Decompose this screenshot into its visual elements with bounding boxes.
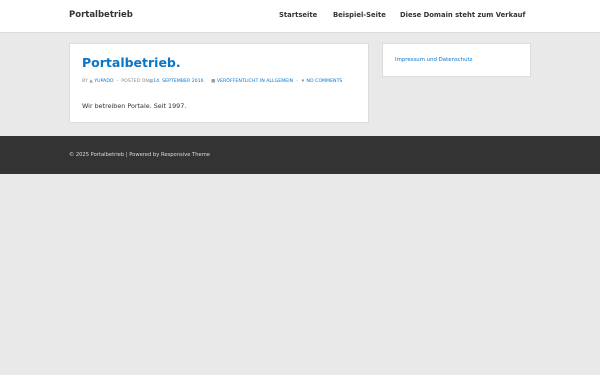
meta-by-label: BY bbox=[82, 79, 88, 84]
category-link[interactable]: VERÖFFENTLICHT IN ALLGEMEIN bbox=[217, 79, 293, 84]
nav-item-domain-verkauf[interactable]: Diese Domain steht zum Verkauf bbox=[400, 11, 525, 19]
posted-on-label: POSTED ON bbox=[121, 79, 149, 84]
post-card: Portalbetrieb. BY ▲ YUPADO - POSTED ON▦1… bbox=[69, 43, 369, 123]
sidebar-widget: Impressum und Datenschutz bbox=[382, 43, 531, 77]
footer-text: © 2025 Portalbetrieb | Powered by Respon… bbox=[69, 152, 210, 158]
post-date-link[interactable]: 14. SEPTEMBER 2016 bbox=[153, 79, 203, 84]
footer-powered-by: Powered by bbox=[129, 152, 160, 158]
user-icon: ▲ bbox=[89, 79, 93, 84]
post-meta: BY ▲ YUPADO - POSTED ON▦14. SEPTEMBER 20… bbox=[82, 77, 352, 87]
site-header: Portalbetrieb Startseite Beispiel-Seite … bbox=[0, 0, 600, 33]
sidebar-link-impressum[interactable]: Impressum und Datenschutz bbox=[395, 57, 473, 63]
author-link[interactable]: YUPADO bbox=[94, 79, 113, 84]
post-title-link[interactable]: Portalbetrieb. bbox=[82, 55, 181, 70]
footer-copyright-link[interactable]: © 2025 Portalbetrieb bbox=[69, 152, 124, 158]
footer-separator: | bbox=[125, 152, 128, 158]
meta-separator-2: - bbox=[296, 79, 298, 84]
nav-item-startseite[interactable]: Startseite bbox=[279, 11, 317, 19]
footer-theme-link[interactable]: Responsive Theme bbox=[161, 152, 210, 158]
comment-icon: ♦ bbox=[300, 79, 305, 84]
nav-item-beispiel-seite[interactable]: Beispiel-Seite bbox=[333, 11, 386, 19]
folder-icon: ■ bbox=[211, 79, 216, 84]
meta-separator: - bbox=[116, 79, 119, 84]
main-nav: Startseite Beispiel-Seite Diese Domain s… bbox=[0, 11, 600, 23]
site-footer: © 2025 Portalbetrieb | Powered by Respon… bbox=[0, 136, 600, 174]
post-content: Wir betreiben Portale. Seit 1997. bbox=[82, 102, 187, 110]
comments-link[interactable]: NO COMMENTS bbox=[306, 79, 342, 84]
